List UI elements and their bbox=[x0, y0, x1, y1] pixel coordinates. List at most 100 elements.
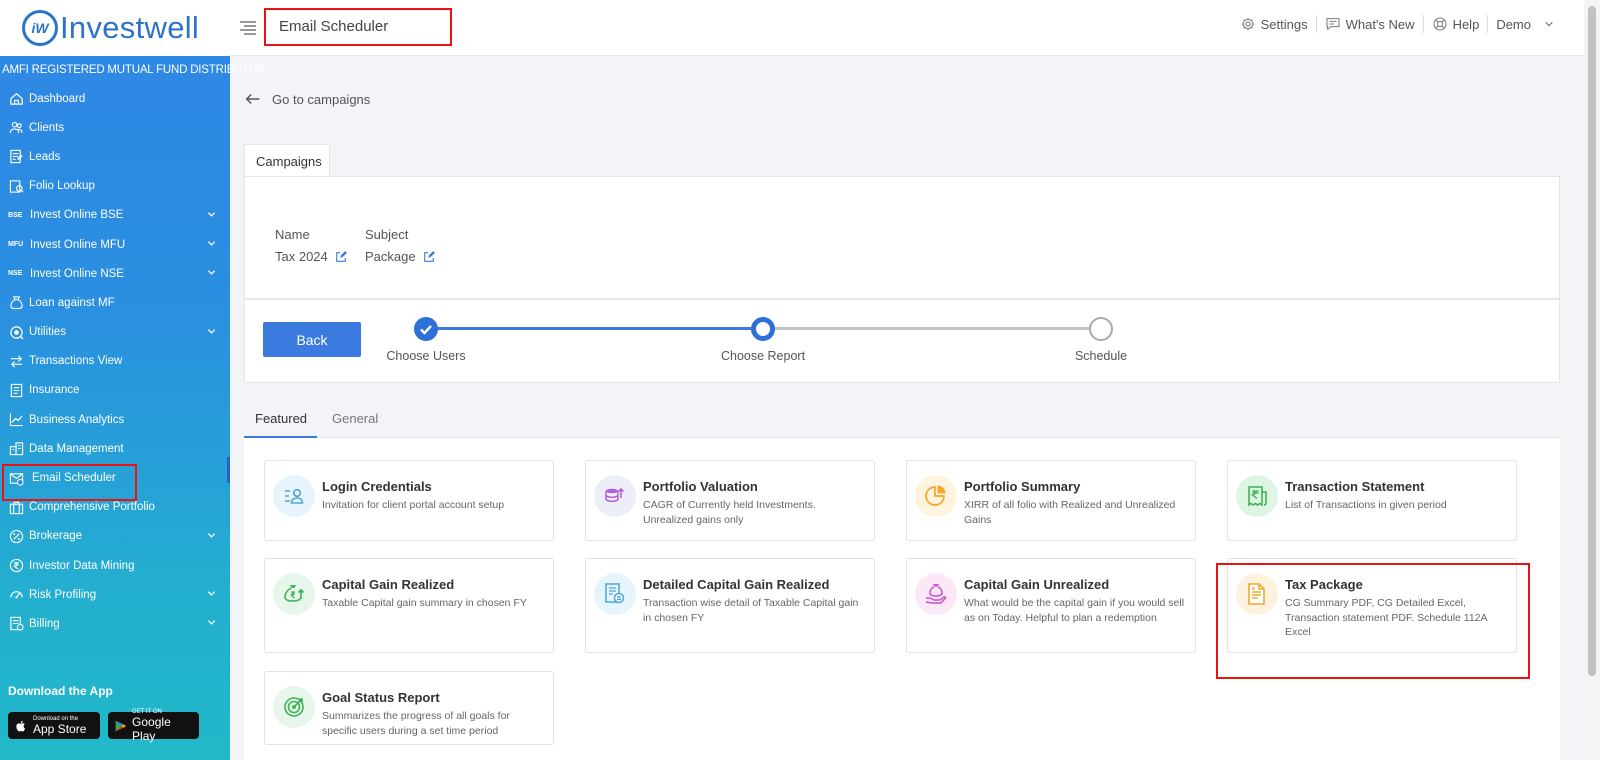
report-card-capital-gain-realized[interactable]: Capital Gain Realized Taxable Capital gai… bbox=[264, 558, 554, 653]
sidebar-item-email-scheduler[interactable]: Email Scheduler bbox=[0, 463, 230, 502]
sidebar-item-utilities[interactable]: Utilities bbox=[0, 318, 230, 347]
pie-icon bbox=[915, 475, 957, 517]
sidebar-item-label: Data Management bbox=[29, 442, 124, 455]
briefcase-icon bbox=[8, 499, 24, 515]
step-1-done-icon bbox=[414, 317, 438, 341]
scrollbar[interactable] bbox=[1584, 0, 1600, 760]
sidebar-item-clients[interactable]: Clients bbox=[0, 113, 230, 142]
arrow-left-icon bbox=[245, 93, 260, 105]
user-menu[interactable]: Demo bbox=[1488, 15, 1562, 33]
whats-new-label: What's New bbox=[1345, 16, 1415, 32]
utilities-icon bbox=[8, 324, 24, 340]
report-card-goal-status-report[interactable]: Goal Status Report Summarizes the progres… bbox=[264, 671, 554, 745]
topbar: Email Scheduler Settings What's New Help… bbox=[230, 0, 1600, 56]
google-play-icon bbox=[115, 720, 126, 731]
go-to-campaigns-label: Go to campaigns bbox=[272, 91, 371, 107]
report-card-portfolio-summary[interactable]: Portfolio Summary XIRR of all folio with … bbox=[906, 460, 1196, 541]
sidebar-item-risk-profiling[interactable]: Risk Profiling bbox=[0, 580, 230, 609]
google-play-button[interactable]: GET IT ON Google Play bbox=[108, 709, 199, 743]
go-to-campaigns-link[interactable]: Go to campaigns bbox=[244, 90, 370, 108]
stepper-track-pending bbox=[763, 327, 1101, 330]
sidebar-item-loan-against-mf[interactable]: Loan against MF bbox=[0, 288, 230, 317]
menu-toggle-icon[interactable] bbox=[238, 18, 258, 38]
chevron-down-icon bbox=[207, 328, 216, 334]
report-title: Capital Gain Realized bbox=[322, 577, 455, 592]
scrollbar-thumb[interactable] bbox=[1588, 6, 1596, 676]
step-choose-users[interactable]: Choose Users bbox=[386, 349, 465, 363]
subject-value: Package bbox=[365, 249, 416, 264]
report-card-capital-gain-unrealized[interactable]: Capital Gain Unrealized What would be the… bbox=[906, 558, 1196, 653]
gear-icon bbox=[1241, 17, 1254, 31]
settings-label: Settings bbox=[1260, 16, 1308, 32]
moneybag-icon bbox=[273, 573, 315, 615]
tab-general[interactable]: General bbox=[332, 408, 378, 438]
leads-icon bbox=[8, 149, 24, 165]
edit-subject-icon[interactable] bbox=[423, 250, 435, 263]
sidebar-item-leads[interactable]: Leads bbox=[0, 142, 230, 171]
campaign-details: Name Tax 2024 Subject Package bbox=[244, 176, 1560, 299]
report-description: Transaction wise detail of Taxable Capit… bbox=[643, 597, 859, 624]
sidebar-item-folio-lookup[interactable]: Folio Lookup bbox=[0, 172, 230, 201]
sidebar-item-investor-data-mining[interactable]: Investor Data Mining bbox=[0, 551, 230, 580]
sidebar-item-invest-online-nse[interactable]: NSE Invest Online NSE bbox=[0, 259, 230, 288]
brand[interactable]: iW Investwell bbox=[0, 0, 230, 56]
back-button[interactable]: Back bbox=[263, 322, 361, 357]
report-description: Summarizes the progress of all goals for… bbox=[322, 710, 510, 737]
help-label: Help bbox=[1452, 16, 1480, 32]
settings-link[interactable]: Settings bbox=[1232, 15, 1317, 33]
sidebar-item-data-management[interactable]: Data Management bbox=[0, 434, 230, 463]
tab-campaigns[interactable]: Campaigns bbox=[244, 144, 330, 177]
report-title: Transaction Statement bbox=[1285, 479, 1425, 494]
users-icon bbox=[8, 120, 24, 136]
edit-name-icon[interactable] bbox=[335, 250, 347, 263]
report-card-login-credentials[interactable]: Login Credentials Invitation for client p… bbox=[264, 460, 554, 541]
whats-new-link[interactable]: What's New bbox=[1317, 15, 1424, 33]
sidebar-item-comprehensive-portfolio[interactable]: Comprehensive Portfolio bbox=[0, 493, 230, 522]
step-schedule[interactable]: Schedule bbox=[1075, 349, 1127, 363]
help-icon bbox=[1433, 17, 1447, 31]
chevron-down-icon bbox=[207, 241, 216, 246]
sidebar-item-transactions-view[interactable]: Transactions View bbox=[0, 347, 230, 376]
sidebar-item-business-analytics[interactable]: Business Analytics bbox=[0, 405, 230, 434]
tab-featured[interactable]: Featured bbox=[244, 408, 317, 438]
report-card-transaction-statement[interactable]: Transaction Statement List of Transaction… bbox=[1227, 460, 1517, 541]
brand-logo: iW bbox=[22, 10, 58, 46]
chevron-down-icon bbox=[207, 270, 216, 275]
report-description: CAGR of Currently held Investments. Unre… bbox=[643, 499, 816, 526]
download-app-label: Download the App bbox=[8, 684, 113, 698]
subject-value-row: Package bbox=[365, 249, 435, 264]
stepper-card: Back Choose Users Choose Report Schedule bbox=[244, 299, 1560, 383]
sidebar-item-billing[interactable]: Billing bbox=[0, 609, 230, 638]
report-card-portfolio-valuation[interactable]: Portfolio Valuation CAGR of Currently hel… bbox=[585, 460, 875, 541]
sidebar-item-label: Insurance bbox=[29, 384, 80, 397]
sidebar-item-dashboard[interactable]: Dashboard bbox=[0, 84, 230, 113]
sidebar-item-brokerage[interactable]: Brokerage bbox=[0, 522, 230, 551]
report-title: Detailed Capital Gain Realized bbox=[643, 577, 830, 592]
sidebar-item-label: Brokerage bbox=[29, 530, 83, 543]
sidebar-item-label: Clients bbox=[29, 121, 65, 134]
step-choose-report[interactable]: Choose Report bbox=[721, 349, 805, 363]
sidebar-item-label: Invest Online MFU bbox=[30, 238, 126, 251]
help-link[interactable]: Help bbox=[1424, 15, 1489, 33]
step-2-current-icon bbox=[751, 317, 775, 341]
sidebar-item-invest-online-mfu[interactable]: MFU Invest Online MFU bbox=[0, 230, 230, 259]
app-store-button[interactable]: Download on the App Store bbox=[8, 712, 100, 739]
report-card-detailed-capital-gain-realized[interactable]: Detailed Capital Gain Realized Transactio… bbox=[585, 558, 875, 653]
name-field: Name Tax 2024 bbox=[275, 227, 347, 264]
percent-icon bbox=[8, 528, 24, 544]
report-title: Portfolio Valuation bbox=[643, 479, 758, 494]
report-description: Invitation for client portal account set… bbox=[322, 499, 505, 511]
user-name: Demo bbox=[1496, 16, 1531, 32]
home-icon bbox=[8, 91, 24, 107]
sidebar-item-insurance[interactable]: Insurance bbox=[0, 376, 230, 405]
name-value: Tax 2024 bbox=[275, 249, 328, 264]
report-description: Taxable Capital gain summary in chosen F… bbox=[322, 597, 527, 609]
chevron-down-icon bbox=[207, 212, 216, 217]
chevron-down-icon bbox=[1545, 21, 1553, 27]
step-3-pending-icon bbox=[1089, 317, 1113, 341]
folio-icon bbox=[8, 178, 24, 194]
invest-online-nse-badge-icon: NSE bbox=[8, 270, 23, 278]
apple-icon bbox=[16, 720, 26, 731]
report-description: What would be the capital gain if you wo… bbox=[964, 597, 1185, 624]
sidebar-item-invest-online-bse[interactable]: BSE Invest Online BSE bbox=[0, 201, 230, 230]
